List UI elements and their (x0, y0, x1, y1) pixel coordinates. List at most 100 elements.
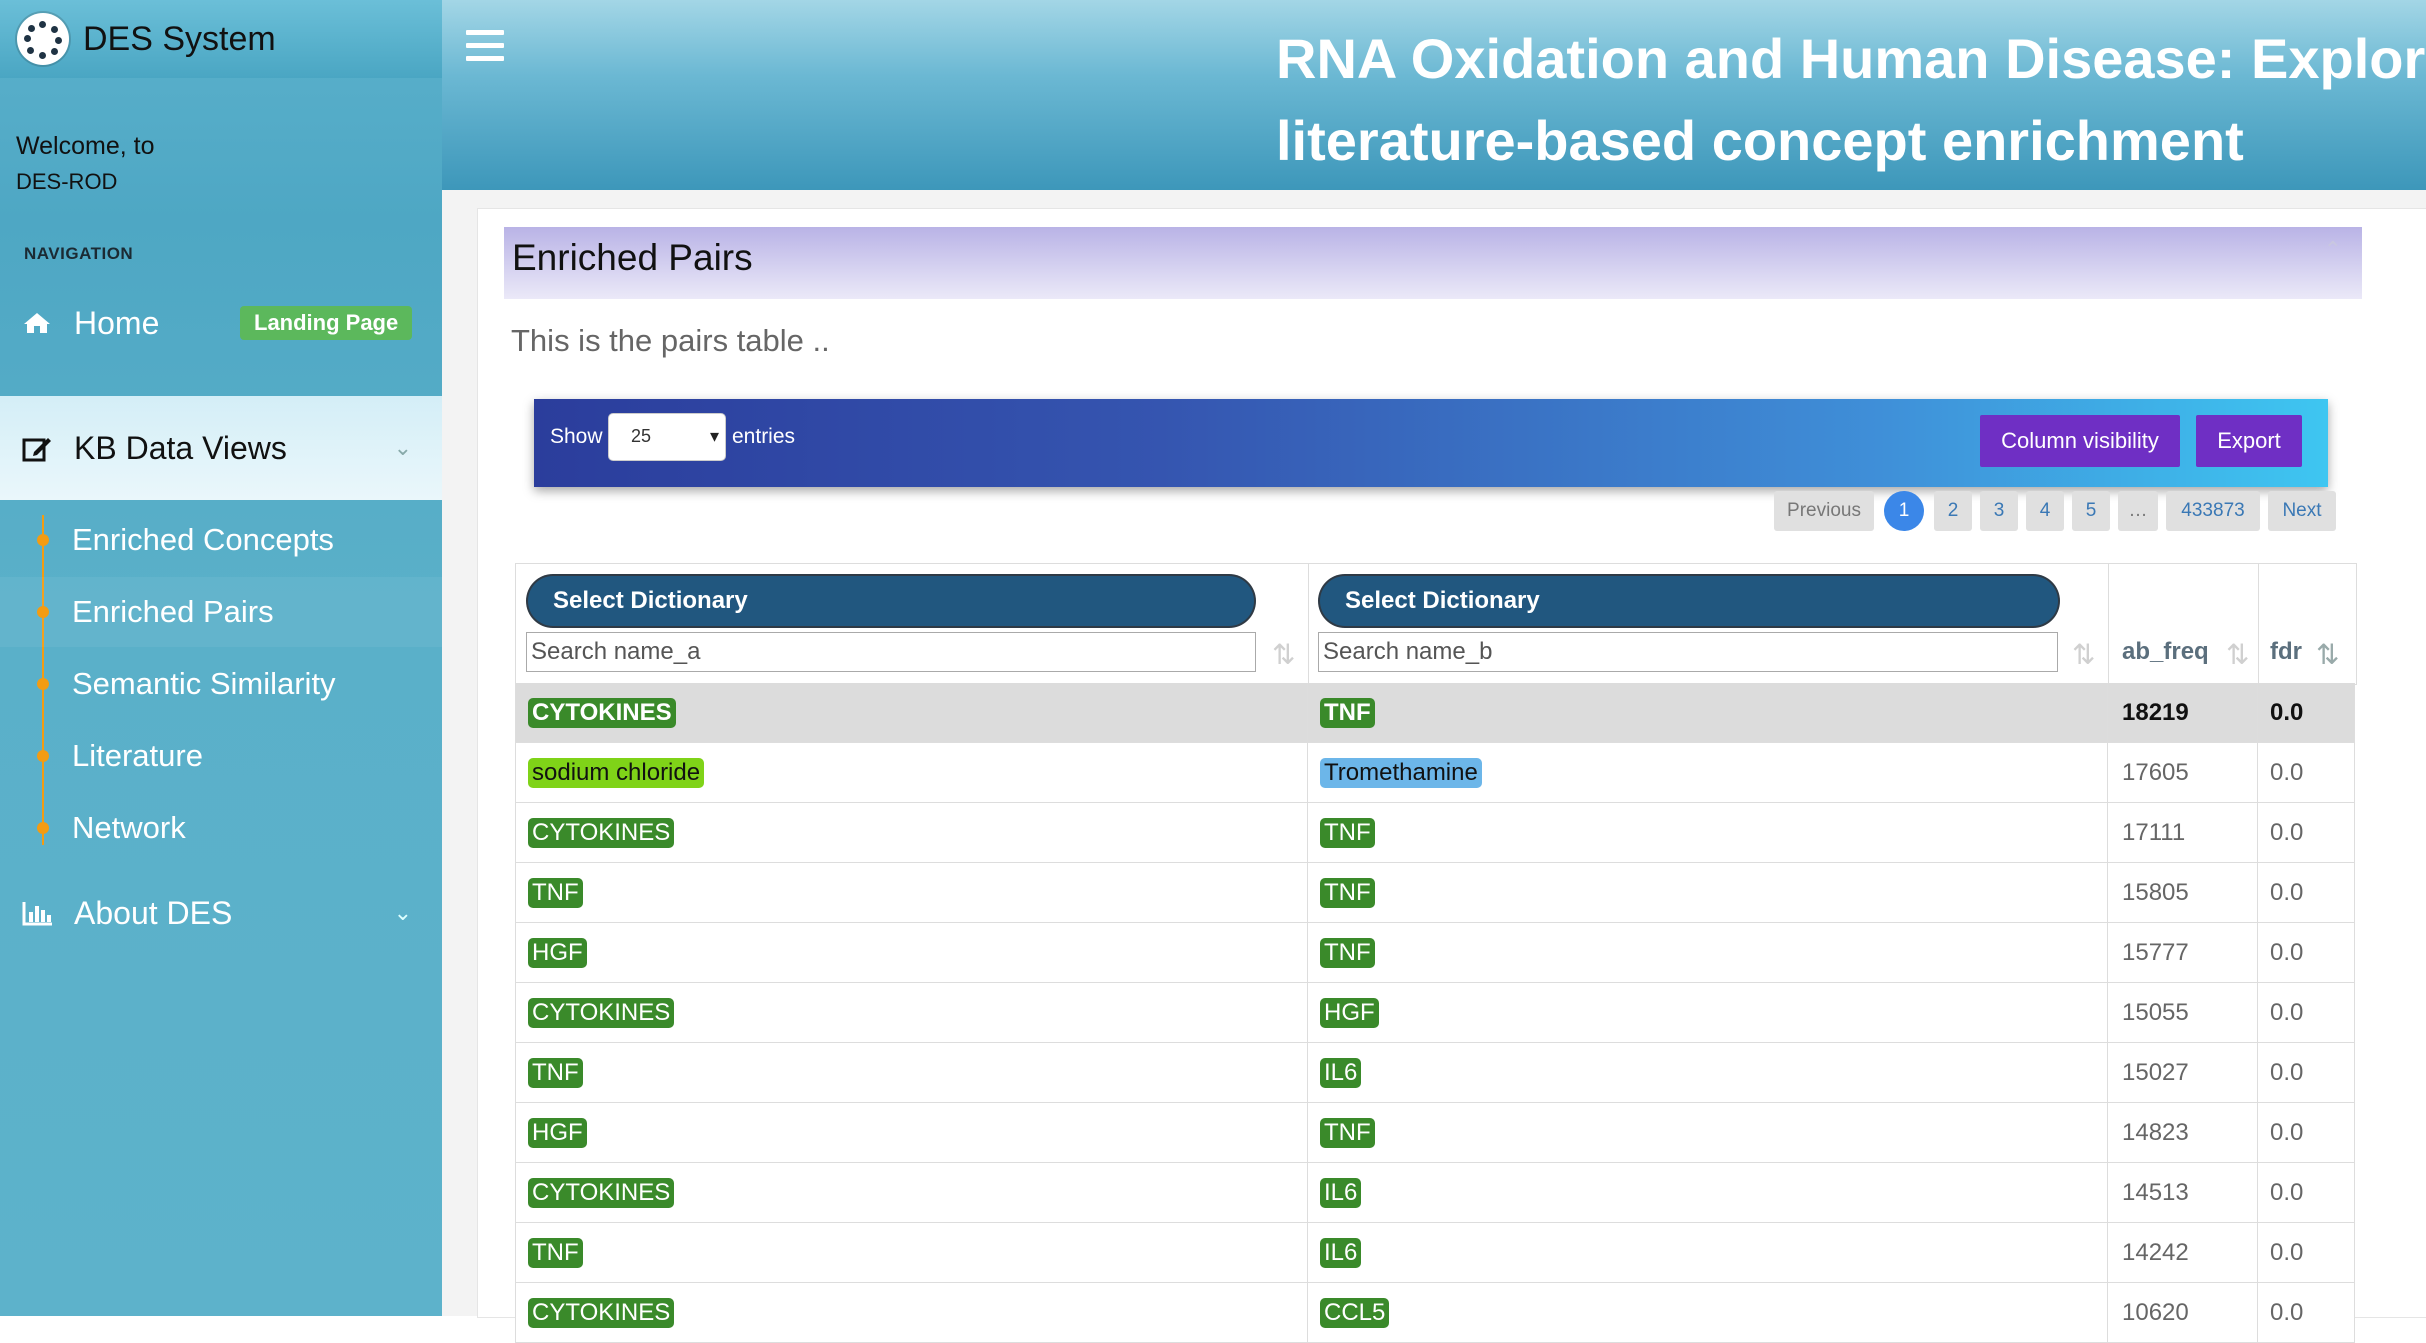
sidebar-item-enriched-concepts[interactable]: Enriched Concepts (0, 505, 442, 575)
column-label-ab-freq: ab_freq (2122, 638, 2209, 665)
table-row[interactable]: TNF IL6 14242 0.0 (515, 1223, 2355, 1283)
concept-tag[interactable]: IL6 (1320, 1238, 1362, 1268)
cell-name-b: IL6 (1308, 1163, 2108, 1223)
pagination-next[interactable]: Next (2268, 491, 2336, 531)
org-name: DES-ROD (16, 169, 118, 194)
concept-tag[interactable]: TNF (528, 1238, 583, 1268)
pagination-page-2[interactable]: 2 (1934, 491, 1972, 531)
select-dictionary-a[interactable]: Select Dictionary (528, 576, 1254, 626)
concept-tag[interactable]: CYTOKINES (528, 698, 676, 728)
cell-ab-freq: 15777 (2108, 923, 2258, 983)
show-label: Show (550, 425, 603, 448)
concept-tag[interactable]: IL6 (1320, 1178, 1362, 1208)
concept-tag[interactable]: TNF (1320, 878, 1375, 908)
column-visibility-button[interactable]: Column visibility (1980, 415, 2180, 467)
page-title-line1: RNA Oxidation and Human Disease: Explor (1276, 27, 2426, 90)
cell-ab-freq: 10620 (2108, 1283, 2258, 1343)
concept-tag[interactable]: HGF (1320, 998, 1379, 1028)
table-row[interactable]: TNF IL6 15027 0.0 (515, 1043, 2355, 1103)
concept-tag[interactable]: CYTOKINES (528, 1298, 675, 1328)
bullet-dot-icon (37, 750, 49, 762)
concept-tag[interactable]: TNF (1320, 938, 1375, 968)
concept-tag[interactable]: CYTOKINES (528, 998, 675, 1028)
concept-tag[interactable]: IL6 (1320, 1058, 1362, 1088)
bullet-dot-icon (37, 822, 49, 834)
pagination-page-3[interactable]: 3 (1980, 491, 2018, 531)
sidebar-item-enriched-pairs[interactable]: Enriched Pairs (0, 577, 442, 647)
cell-name-a: CYTOKINES (516, 983, 1308, 1043)
nav-kb-data-views[interactable]: KB Data Views ⌄ (0, 396, 442, 500)
cell-name-a: TNF (516, 1043, 1308, 1103)
cell-ab-freq: 18219 (2108, 683, 2258, 743)
table-row[interactable]: CYTOKINES HGF 15055 0.0 (515, 983, 2355, 1043)
main-content: Enriched Pairs ⌃ This is the pairs table… (442, 190, 2426, 1343)
cell-ab-freq: 14513 (2108, 1163, 2258, 1223)
search-name-b-input[interactable] (1318, 632, 2058, 672)
cell-name-b: IL6 (1308, 1223, 2108, 1283)
sidebar-item-literature[interactable]: Literature (0, 721, 442, 791)
table-row[interactable]: CYTOKINES TNF 17111 0.0 (515, 803, 2355, 863)
bullet-dot-icon (37, 678, 49, 690)
cell-name-a: CYTOKINES (516, 683, 1308, 743)
concept-tag[interactable]: HGF (528, 938, 587, 968)
card-header: Enriched Pairs ⌃ (504, 227, 2362, 299)
bullet-dot-icon (37, 606, 49, 618)
nav-about-label: About DES (74, 894, 233, 931)
table-row[interactable]: CYTOKINES IL6 14513 0.0 (515, 1163, 2355, 1223)
sort-icon[interactable]: ⇅ (1272, 638, 1295, 671)
column-header-name-b: Select Dictionary ⇅ (1308, 564, 2109, 684)
select-dictionary-b[interactable]: Select Dictionary (1320, 576, 2058, 626)
collapse-icon[interactable]: ⌃ (2324, 237, 2342, 263)
cell-name-b: HGF (1308, 983, 2108, 1043)
nav-about-des[interactable]: About DES ⌄ (0, 880, 442, 946)
nav-home[interactable]: Home Landing Page (0, 292, 442, 354)
table-row[interactable]: TNF TNF 15805 0.0 (515, 863, 2355, 923)
concept-tag[interactable]: TNF (1320, 818, 1375, 848)
concept-tag[interactable]: TNF (528, 878, 583, 908)
column-header-ab-freq[interactable]: ab_freq ⇅ (2108, 564, 2259, 684)
sidebar-item-semantic-similarity[interactable]: Semantic Similarity (0, 649, 442, 719)
table-header: Select Dictionary ⇅ Select Dictionary ⇅ … (515, 563, 2357, 685)
concept-tag[interactable]: Tromethamine (1320, 758, 1482, 788)
sidebar-brand[interactable]: DES System (0, 0, 442, 78)
concept-tag[interactable]: TNF (1320, 1118, 1375, 1148)
cell-name-a: CYTOKINES (516, 1283, 1308, 1343)
edit-icon (22, 438, 51, 462)
pagination-previous[interactable]: Previous (1774, 491, 1874, 531)
cell-name-b: TNF (1308, 803, 2108, 863)
concept-tag[interactable]: CCL5 (1320, 1298, 1390, 1328)
cell-fdr: 0.0 (2270, 1299, 2304, 1326)
top-header: RNA Oxidation and Human Disease: Explor … (442, 0, 2426, 190)
table-row[interactable]: HGF TNF 15777 0.0 (515, 923, 2355, 983)
hamburger-menu-icon[interactable] (466, 30, 504, 62)
pagination-page-1[interactable]: 1 (1884, 491, 1924, 531)
landing-page-badge: Landing Page (240, 306, 413, 340)
table-row[interactable]: HGF TNF 14823 0.0 (515, 1103, 2355, 1163)
pagination-page-4[interactable]: 4 (2026, 491, 2064, 531)
search-name-a-input[interactable] (526, 632, 1256, 672)
column-header-name-a: Select Dictionary ⇅ (516, 564, 1309, 684)
table-row[interactable]: sodium chloride Tromethamine 17605 0.0 (515, 743, 2355, 803)
concept-tag[interactable]: CYTOKINES (528, 1178, 675, 1208)
sidebar-item-network[interactable]: Network (0, 793, 442, 863)
pagination-page-5[interactable]: 5 (2072, 491, 2110, 531)
sort-icon[interactable]: ⇅ (2072, 638, 2095, 671)
concept-tag[interactable]: HGF (528, 1118, 587, 1148)
bar-chart-icon (22, 902, 52, 926)
table-row[interactable]: CYTOKINES CCL5 10620 0.0 (515, 1283, 2355, 1343)
chevron-down-icon: ⌄ (393, 900, 412, 925)
cell-fdr: 0.0 (2270, 1179, 2304, 1206)
table-row[interactable]: CYTOKINES TNF 18219 0.0 (515, 683, 2355, 743)
pagination-page-last[interactable]: 433873 (2166, 491, 2260, 531)
column-header-fdr[interactable]: fdr ⇅ (2258, 564, 2356, 684)
concept-tag[interactable]: CYTOKINES (528, 818, 675, 848)
cell-ab-freq: 14242 (2108, 1223, 2258, 1283)
concept-tag[interactable]: TNF (1320, 698, 1375, 728)
cell-ab-freq: 17111 (2108, 803, 2258, 863)
page-title-line2: literature-based concept enrichment (1276, 109, 2244, 172)
cell-fdr: 0.0 (2270, 699, 2304, 726)
export-button[interactable]: Export (2196, 415, 2302, 467)
concept-tag[interactable]: sodium chloride (528, 758, 705, 788)
concept-tag[interactable]: TNF (528, 1058, 583, 1088)
page-length-select[interactable]: 25 ▾ (608, 413, 726, 461)
